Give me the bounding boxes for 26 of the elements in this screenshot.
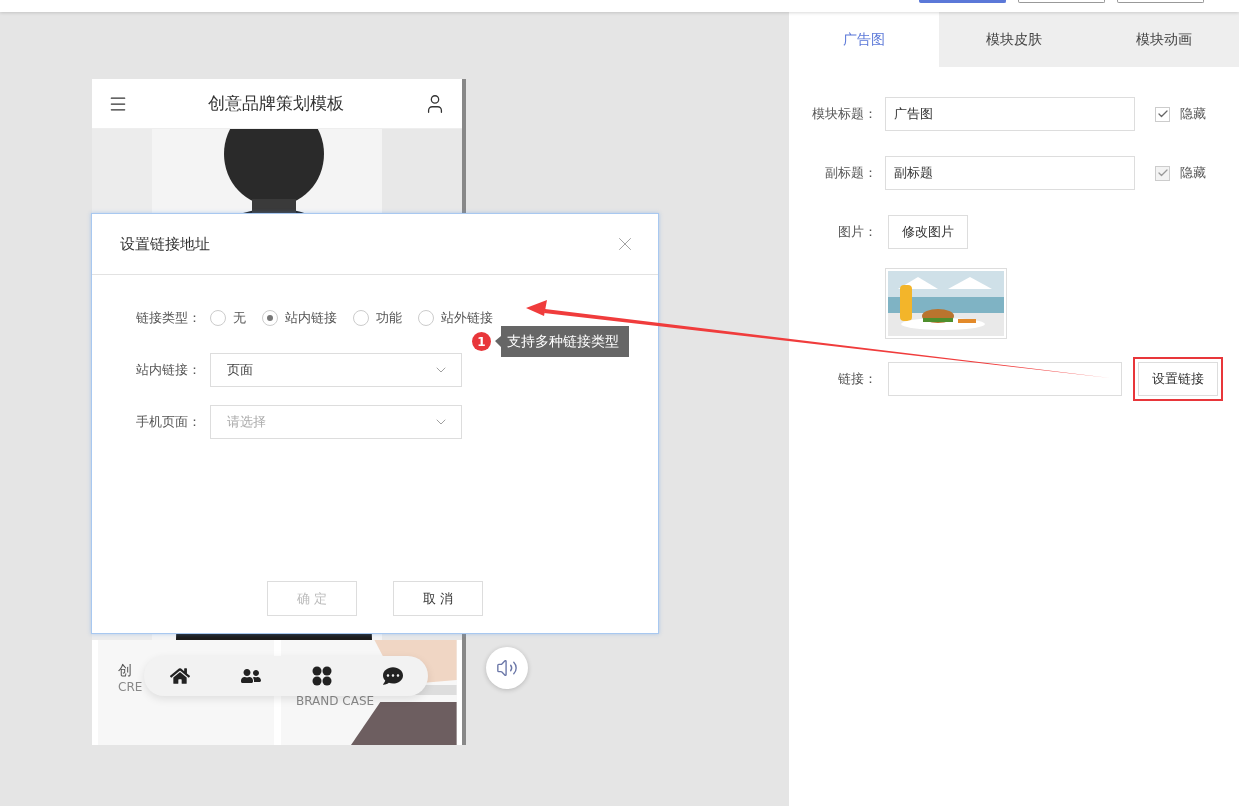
link-field[interactable] xyxy=(888,362,1122,396)
field-label: 链接： xyxy=(837,370,877,388)
text-field[interactable]: 广告图 xyxy=(885,97,1135,131)
toolbar-button[interactable] xyxy=(1018,0,1105,3)
field-label: 模块标题： xyxy=(811,105,877,123)
field-label: 图片： xyxy=(837,223,877,241)
text-field[interactable]: 副标题 xyxy=(885,156,1135,190)
change-image-button[interactable]: 修改图片 xyxy=(888,215,968,249)
card-subtitle: CRE xyxy=(118,680,143,694)
card-subtitle: BRAND CASE xyxy=(296,694,375,708)
grid-icon[interactable] xyxy=(311,666,332,686)
tab[interactable]: 广告图 xyxy=(789,12,939,67)
page-title: 创意品牌策划模板 xyxy=(208,92,344,115)
card-title: 创 xyxy=(118,662,132,680)
tooltip: 支持多种链接类型 xyxy=(495,326,629,357)
checkbox-label: 隐藏 xyxy=(1180,164,1206,182)
users-icon[interactable] xyxy=(240,666,261,686)
chat-icon[interactable] xyxy=(382,666,403,686)
field-label: 副标题： xyxy=(824,164,877,182)
toolbar-button[interactable] xyxy=(1117,0,1204,3)
home-icon[interactable] xyxy=(169,666,190,686)
speaker-button[interactable] xyxy=(486,647,528,689)
set-link-button[interactable]: 设置链接 xyxy=(1138,362,1218,396)
speaker-icon xyxy=(496,657,518,679)
checkbox[interactable] xyxy=(1155,106,1170,122)
checkbox-label: 隐藏 xyxy=(1180,105,1206,123)
